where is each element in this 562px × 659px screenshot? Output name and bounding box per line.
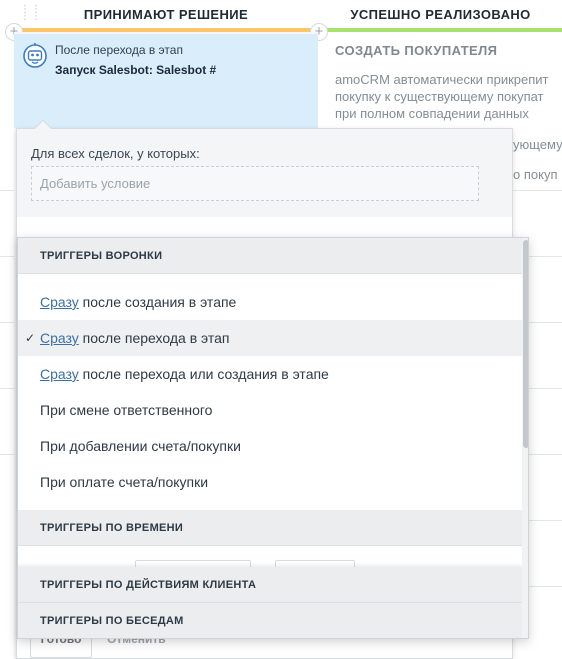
create-customer-description: amoCRM автоматически прикрепит покупку к… xyxy=(335,71,562,122)
section-client-action-triggers[interactable]: ТРИГГЕРЫ ПО ДЕЙСТВИЯМ КЛИЕНТА xyxy=(18,567,522,603)
trigger-option-invoice-paid[interactable]: При оплате счета/покупки xyxy=(18,464,522,500)
action-title: Запуск Salesbot: Salesbot # xyxy=(55,63,217,77)
description-fragment: о покуп xyxy=(513,167,558,182)
trigger-timing-link[interactable]: Сразу xyxy=(40,330,79,346)
trigger-option-responsible-change[interactable]: При смене ответственного xyxy=(18,392,522,428)
scrollbar-thumb[interactable] xyxy=(523,240,528,448)
trigger-timing-link[interactable]: Сразу xyxy=(40,366,79,382)
add-condition-field[interactable]: Добавить условие xyxy=(31,166,479,201)
trigger-timing-link[interactable]: Сразу xyxy=(40,294,79,310)
condition-section: Для всех сделок, у которых: Добавить усл… xyxy=(17,129,512,217)
description-line: amoCRM автоматически прикрепит xyxy=(335,72,549,87)
create-customer-title: СОЗДАТЬ ПОКУПАТЕЛЯ xyxy=(335,43,498,58)
column-header-success[interactable]: УСПЕШНО РЕАЛИЗОВАНО xyxy=(319,0,562,32)
section-time-triggers[interactable]: ТРИГГЕРЫ ПО ВРЕМЕНИ xyxy=(18,510,522,546)
trigger-option-label: после перехода или создания в этапе xyxy=(78,366,329,382)
trigger-option-label: При смене ответственного xyxy=(40,402,213,418)
row-divider xyxy=(0,256,14,257)
salesbot-action-card[interactable]: После перехода в этап Запуск Salesbot: S… xyxy=(14,34,318,128)
trigger-option-label: При добавлении счета/покупки xyxy=(40,438,241,454)
condition-label: Для всех сделок, у которых: xyxy=(31,146,200,161)
description-fragment: ующему xyxy=(513,137,562,152)
drag-handle-icon[interactable]: ⋮⋮⋮⋮ xyxy=(20,5,41,22)
trigger-option-on-move-or-create[interactable]: Сразу после перехода или создания в этап… xyxy=(18,356,522,392)
trigger-option-invoice-added[interactable]: При добавлении счета/покупки xyxy=(18,428,522,464)
section-funnel-triggers: ТРИГГЕРЫ ВОРОНКИ xyxy=(18,238,522,274)
section-chat-triggers[interactable]: ТРИГГЕРЫ ПО БЕСЕДАМ xyxy=(18,603,522,638)
row-divider xyxy=(0,322,14,323)
description-line: при полном совпадении данных xyxy=(335,106,529,121)
trigger-option-label: после создания в этапе xyxy=(78,294,237,310)
column-title: ПРИНИМАЮТ РЕШЕНИЕ xyxy=(83,6,249,22)
column-title: УСПЕШНО РЕАЛИЗОВАНО xyxy=(350,6,531,22)
trigger-option-label: после перехода в этап xyxy=(78,330,230,346)
robot-icon xyxy=(23,43,47,68)
row-divider xyxy=(0,388,14,389)
dropdown-scrollbar[interactable] xyxy=(522,238,528,638)
action-trigger-caption: После перехода в этап xyxy=(55,43,183,57)
description-line: покупку к существующему покупат xyxy=(335,89,544,104)
row-divider xyxy=(0,454,14,455)
checkmark-icon: ✓ xyxy=(25,331,36,345)
column-header-decision[interactable]: ПРИНИМАЮТ РЕШЕНИЕ xyxy=(14,0,318,32)
row-divider xyxy=(0,190,14,191)
row-divider xyxy=(513,190,562,191)
trigger-option-label: При оплате счета/покупки xyxy=(40,474,209,490)
trigger-dropdown[interactable]: ТРИГГЕРЫ ВОРОНКИ Сразу после создания в … xyxy=(17,237,529,639)
trigger-option-on-move[interactable]: ✓ Сразу после перехода в этап xyxy=(18,320,522,356)
trigger-option-on-create[interactable]: Сразу после создания в этапе xyxy=(18,284,522,320)
